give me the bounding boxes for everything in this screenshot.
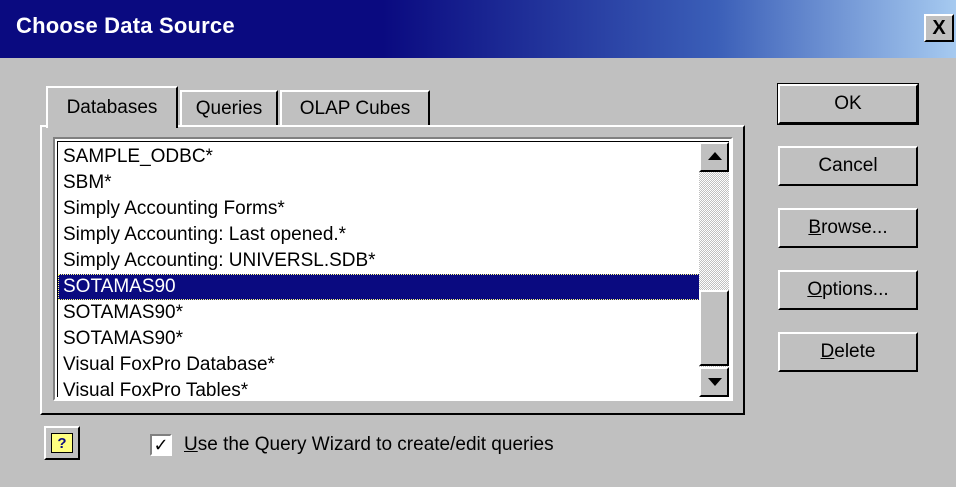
vertical-scrollbar[interactable]: [699, 142, 729, 397]
tab-olap-cubes[interactable]: OLAP Cubes: [280, 90, 430, 126]
tab-databases[interactable]: Databases: [46, 86, 178, 128]
list-item[interactable]: SBM*: [58, 170, 700, 196]
query-wizard-checkbox[interactable]: ✓: [150, 434, 172, 456]
help-icon: ?: [51, 433, 73, 453]
tab-label: OLAP Cubes: [299, 98, 411, 119]
list-item[interactable]: Simply Accounting: Last opened.*: [58, 222, 700, 248]
options-label: ptions...: [822, 279, 889, 300]
delete-label: elete: [834, 341, 876, 362]
cancel-label: Cancel: [818, 155, 878, 176]
window-title: Choose Data Source: [16, 13, 235, 38]
options-button[interactable]: Options...: [778, 270, 918, 310]
checkbox-label-text: se the Query Wizard to create/edit queri…: [197, 434, 554, 455]
query-wizard-label[interactable]: Use the Query Wizard to create/edit quer…: [184, 434, 554, 456]
delete-mnemonic: D: [820, 341, 835, 362]
browse-label: rowse...: [821, 217, 888, 238]
scroll-down-button[interactable]: [699, 367, 729, 397]
help-button[interactable]: ?: [44, 426, 80, 460]
browse-button[interactable]: Browse...: [778, 208, 918, 248]
close-icon: X: [932, 17, 946, 39]
tab-label: Databases: [66, 97, 158, 118]
list-item[interactable]: SOTAMAS90*: [58, 300, 700, 326]
list-item-selected[interactable]: SOTAMAS90: [58, 274, 700, 300]
list-item[interactable]: SOTAMAS90*: [58, 326, 700, 352]
scroll-thumb[interactable]: [699, 290, 729, 366]
list-item[interactable]: Simply Accounting: UNIVERSL.SDB*: [58, 248, 700, 274]
list-inner: SAMPLE_ODBC* SBM* Simply Accounting Form…: [57, 141, 729, 397]
checkbox-mnemonic: U: [184, 434, 198, 455]
scroll-up-button[interactable]: [699, 142, 729, 172]
ok-label: OK: [834, 93, 862, 114]
list-items: SAMPLE_ODBC* SBM* Simply Accounting Form…: [58, 144, 700, 397]
ok-button[interactable]: OK: [777, 83, 919, 125]
close-button[interactable]: X: [924, 14, 954, 42]
checkmark-icon: ✓: [153, 435, 169, 455]
arrow-up-icon: [708, 152, 722, 160]
browse-mnemonic: B: [808, 217, 822, 238]
tab-queries[interactable]: Queries: [180, 90, 278, 126]
title-bar: Choose Data Source X: [0, 0, 956, 58]
tab-label: Queries: [195, 98, 263, 119]
list-item[interactable]: Visual FoxPro Database*: [58, 352, 700, 378]
list-item[interactable]: Visual FoxPro Tables*: [58, 378, 700, 397]
arrow-down-icon: [708, 378, 722, 386]
list-item[interactable]: Simply Accounting Forms*: [58, 196, 700, 222]
data-source-list[interactable]: SAMPLE_ODBC* SBM* Simply Accounting Form…: [53, 137, 733, 401]
list-item[interactable]: SAMPLE_ODBC*: [58, 144, 700, 170]
cancel-button[interactable]: Cancel: [778, 146, 918, 186]
tab-active-join: [48, 123, 176, 128]
options-mnemonic: O: [807, 279, 823, 300]
query-wizard-option[interactable]: ✓ Use the Query Wizard to create/edit qu…: [150, 434, 554, 456]
delete-button[interactable]: Delete: [778, 332, 918, 372]
